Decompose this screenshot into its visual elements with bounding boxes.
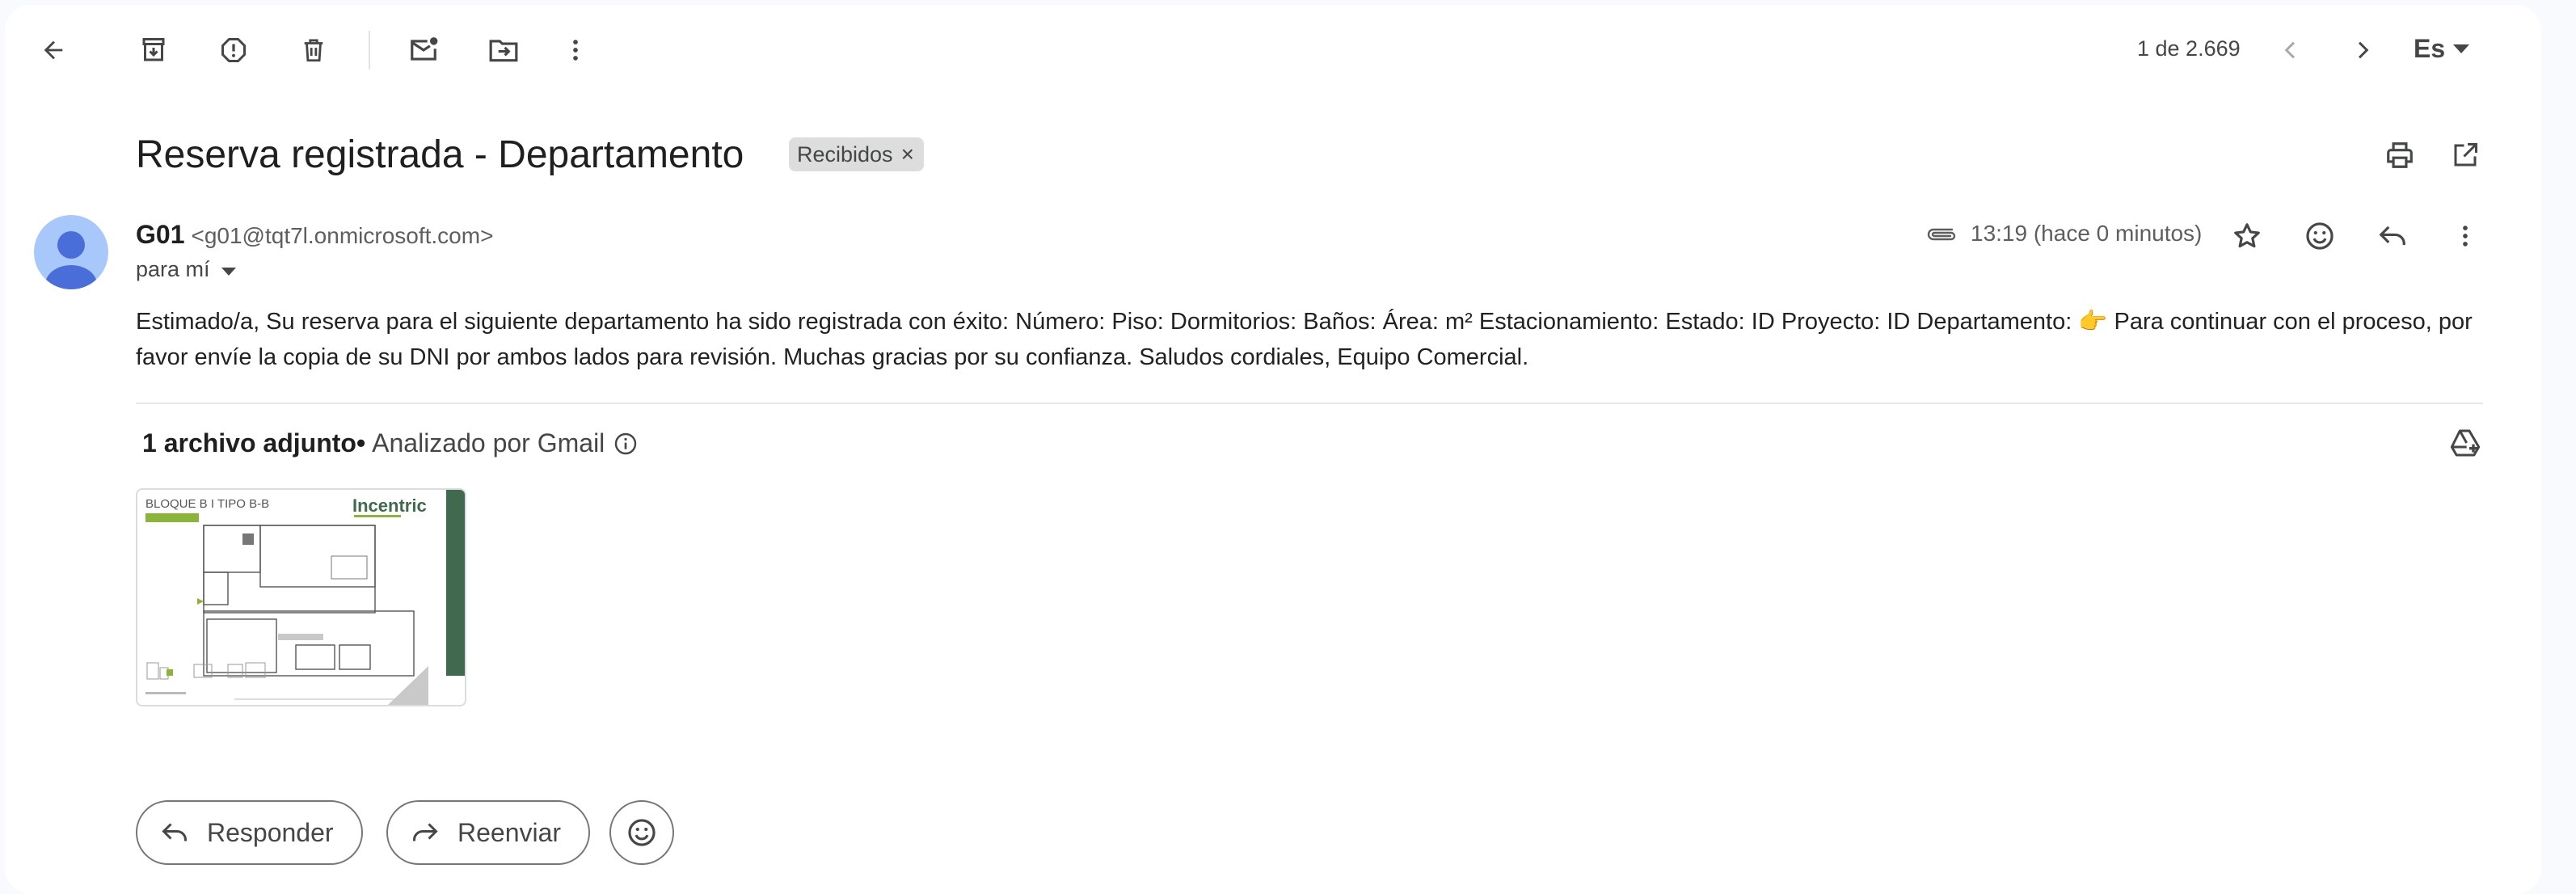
sender-line: G01 <g01@tqt7l.onmicrosoft.com> xyxy=(136,220,493,250)
attachments-header: 1 archivo adjunto • Analizado por Gmail xyxy=(142,428,639,458)
plan-brand: Incentric xyxy=(352,495,427,516)
open-in-new-icon xyxy=(2454,143,2477,167)
star-icon xyxy=(2234,223,2260,248)
reply-icon xyxy=(2379,226,2405,246)
sender-avatar xyxy=(34,215,108,289)
back-button[interactable] xyxy=(29,26,78,74)
message-subject: Reserva registrada - Departamento xyxy=(136,133,744,176)
attachment-indicator xyxy=(1924,218,1959,251)
attachment-separator: • xyxy=(356,428,366,458)
print-button[interactable] xyxy=(2376,131,2424,179)
star-button[interactable] xyxy=(2223,212,2271,260)
emoji-icon xyxy=(2306,222,2334,250)
reply-icon xyxy=(162,823,187,841)
recipient-label: para mí xyxy=(136,257,210,281)
toolbar-divider xyxy=(369,31,370,70)
message-timestamp: 13:19 (hace 0 minutos) xyxy=(1971,221,2203,246)
archive-button[interactable] xyxy=(129,26,178,74)
info-icon xyxy=(615,432,637,454)
delete-button[interactable] xyxy=(289,26,338,74)
older-button[interactable] xyxy=(2338,26,2387,74)
chevron-right-icon xyxy=(2358,41,2369,59)
move-to-button[interactable] xyxy=(479,26,528,74)
move-to-icon xyxy=(489,40,518,62)
sender-email: <g01@tqt7l.onmicrosoft.com> xyxy=(191,223,494,248)
sender-name[interactable]: G01 xyxy=(136,220,184,250)
mark-unread-button[interactable] xyxy=(399,26,448,74)
forward-icon xyxy=(413,823,438,841)
mark-unread-icon xyxy=(411,37,438,61)
paperclip-icon xyxy=(1927,228,1956,241)
label-chip-text: Recibidos xyxy=(797,141,893,167)
scan-info-button[interactable] xyxy=(613,431,639,457)
more-options-button[interactable] xyxy=(551,26,600,74)
arrow-left-icon xyxy=(44,40,63,60)
attachments-divider xyxy=(136,403,2483,404)
chevron-down-icon xyxy=(2453,44,2470,53)
add-reaction-button[interactable] xyxy=(2296,212,2344,260)
more-vert-icon xyxy=(2463,226,2468,247)
forward-button[interactable]: Reenviar xyxy=(386,800,591,865)
plan-heading: BLOQUE B I TIPO B-B xyxy=(145,497,269,511)
floor-plan-preview: BLOQUE B I TIPO B-B Incentric xyxy=(137,490,465,705)
language-code: Es xyxy=(2414,34,2446,63)
open-in-new-window-button[interactable] xyxy=(2441,131,2490,179)
add-to-drive-icon xyxy=(2450,429,2481,457)
message-body: Estimado/a, Su reserva para el siguiente… xyxy=(136,309,2473,370)
archive-icon xyxy=(142,38,165,61)
pagination-counter: 1 de 2.669 xyxy=(2137,36,2241,61)
reply-button[interactable] xyxy=(2368,212,2417,260)
attachment-count: 1 archivo adjunto xyxy=(142,428,356,458)
emoji-icon xyxy=(628,819,656,846)
message-more-options-button[interactable] xyxy=(2441,212,2490,260)
input-language-selector[interactable]: Es xyxy=(2414,34,2470,64)
reply-main-button[interactable]: Responder xyxy=(136,800,363,865)
more-vert-icon xyxy=(573,40,578,61)
person-icon xyxy=(45,231,97,289)
trash-icon xyxy=(304,39,323,62)
chevron-down-icon xyxy=(221,267,236,276)
attachment-thumbnail[interactable]: BLOQUE B I TIPO B-B Incentric xyxy=(136,488,466,706)
chevron-left-icon xyxy=(2284,41,2296,59)
report-spam-icon xyxy=(221,38,246,62)
reply-label: Responder xyxy=(207,817,334,847)
recipient-details-toggle[interactable]: para mí xyxy=(136,257,236,282)
print-icon xyxy=(2387,142,2413,168)
label-chip-inbox[interactable]: Recibidos × xyxy=(789,137,924,171)
add-to-drive-button[interactable] xyxy=(2441,419,2490,467)
forward-label: Reenviar xyxy=(457,817,562,847)
newer-button[interactable] xyxy=(2266,26,2315,74)
remove-label-button[interactable]: × xyxy=(901,143,914,166)
report-spam-button[interactable] xyxy=(209,26,258,74)
scanned-by-gmail-label: Analizado por Gmail xyxy=(372,428,605,458)
emoji-reaction-button[interactable] xyxy=(609,800,674,865)
